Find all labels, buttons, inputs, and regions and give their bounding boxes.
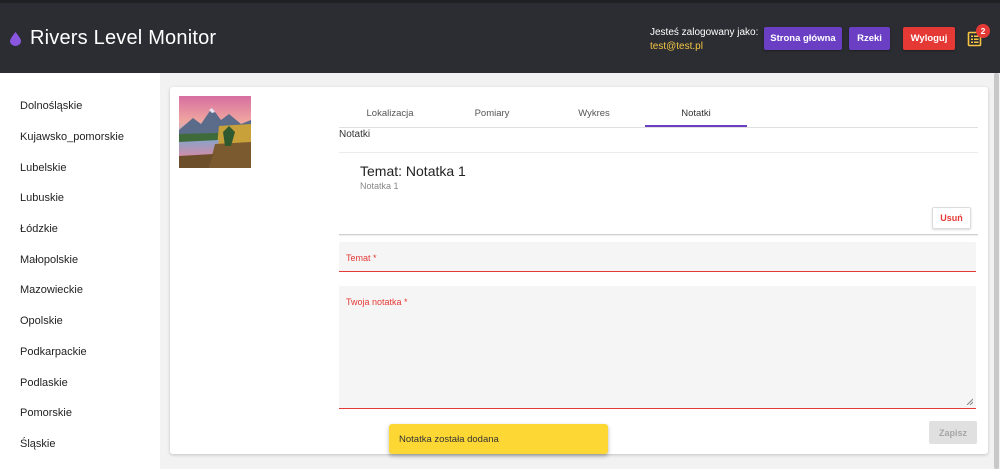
subject-field[interactable]: Temat * [339, 242, 976, 272]
sidebar-item[interactable]: Mazowieckie [0, 275, 160, 306]
home-button[interactable]: Strona główna [764, 27, 842, 50]
rivers-button[interactable]: Rzeki [849, 27, 890, 50]
region-sidebar: Dolnośląskie Kujawsko_pomorskie Lubelski… [0, 73, 160, 469]
river-thumbnail-image [179, 96, 251, 168]
divider [339, 234, 978, 235]
brand: Rivers Level Monitor [10, 27, 216, 50]
sidebar-item[interactable]: Kujawsko_pomorskie [0, 122, 160, 153]
browser-strip [0, 0, 1000, 3]
water-drop-icon [10, 31, 21, 46]
sidebar-item[interactable]: Podlaskie [0, 367, 160, 398]
note-body: Notatka 1 [360, 181, 399, 191]
sidebar-item[interactable]: Podkarpackie [0, 337, 160, 368]
river-details-card: Lokalizacja Pomiary Wykres Notatki Notat… [170, 87, 988, 454]
sidebar-item[interactable]: Śląskie [0, 429, 160, 460]
login-info: Jesteś zalogowany jako: test@test.pl [650, 26, 758, 54]
tab-notatki[interactable]: Notatki [645, 100, 747, 127]
subject-field-label: Temat * [346, 253, 377, 263]
active-tab-indicator [645, 125, 747, 127]
page-scrollbar[interactable] [993, 73, 1000, 469]
resize-handle-icon[interactable] [966, 398, 973, 405]
note-field-label: Twoja notatka * [346, 297, 408, 307]
section-title: Notatki [339, 129, 371, 140]
logout-button[interactable]: Wyloguj [903, 27, 955, 50]
detail-tabs: Lokalizacja Pomiary Wykres Notatki [339, 100, 978, 128]
sidebar-item[interactable]: Małopolskie [0, 244, 160, 275]
note-item: Temat: Notatka 1 Notatka 1 [339, 153, 976, 235]
note-title: Temat: Notatka 1 [360, 163, 466, 179]
sidebar-item[interactable]: Opolskie [0, 306, 160, 337]
scrollbar-thumb[interactable] [994, 73, 999, 469]
sidebar-item[interactable]: Lubelskie [0, 152, 160, 183]
tab-lokalizacja[interactable]: Lokalizacja [339, 100, 441, 127]
save-note-button[interactable]: Zapisz [929, 421, 977, 444]
tab-pomiary[interactable]: Pomiary [441, 100, 543, 127]
note-textarea[interactable]: Twoja notatka * [339, 286, 976, 409]
tab-wykres[interactable]: Wykres [543, 100, 645, 127]
login-label: Jesteś zalogowany jako: [650, 27, 759, 38]
sidebar-item[interactable]: Lubuskie [0, 183, 160, 214]
sidebar-item[interactable]: Dolnośląskie [0, 91, 160, 122]
app-title: Rivers Level Monitor [30, 27, 217, 49]
notification-badge: 2 [976, 24, 990, 38]
landscape-image [179, 96, 251, 168]
top-app-bar: Rivers Level Monitor Jesteś zalogowany j… [0, 0, 1000, 73]
sidebar-item[interactable]: Łódzkie [0, 214, 160, 245]
snackbar-toast: Notatka została dodana [389, 424, 608, 454]
delete-note-button[interactable]: Usuń [932, 207, 971, 229]
login-email: test@test.pl [650, 41, 703, 52]
sidebar-item[interactable]: Pomorskie [0, 398, 160, 429]
